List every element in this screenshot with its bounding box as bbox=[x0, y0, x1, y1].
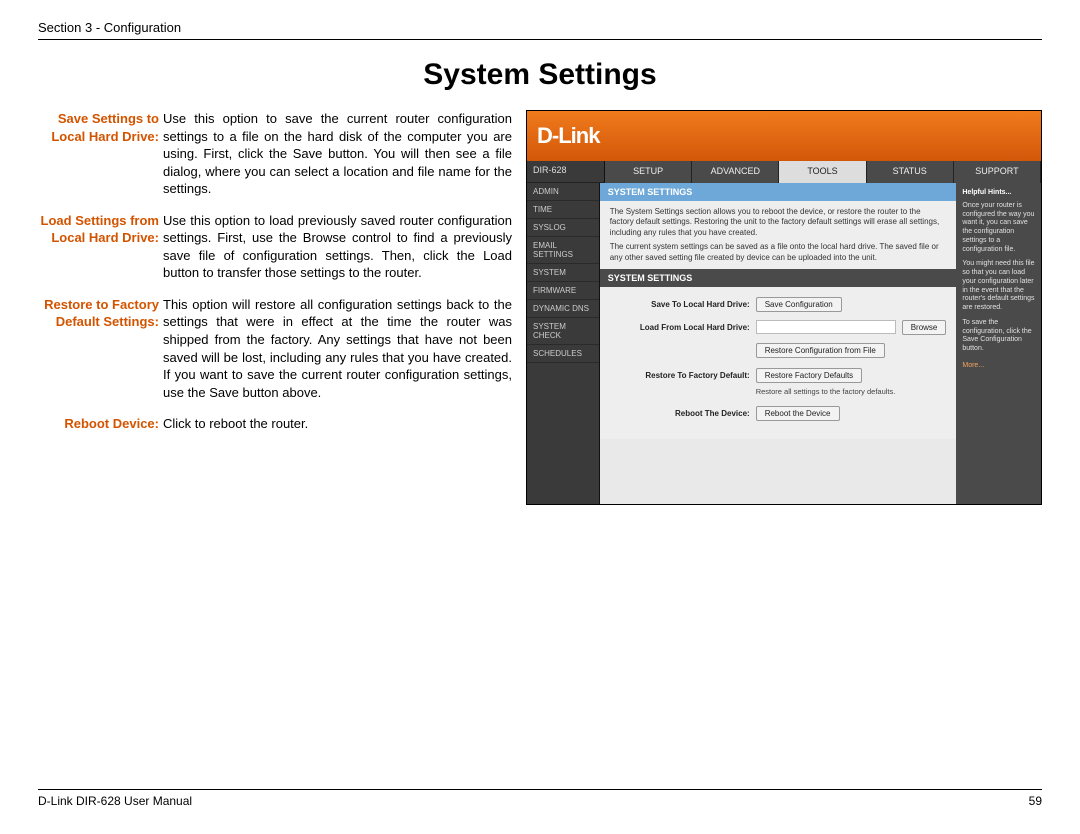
side-time[interactable]: TIME bbox=[527, 201, 599, 219]
side-syscheck[interactable]: SYSTEM CHECK bbox=[527, 318, 599, 345]
panel-intro: The System Settings section allows you t… bbox=[600, 201, 957, 269]
side-ddns[interactable]: DYNAMIC DNS bbox=[527, 300, 599, 318]
side-schedules[interactable]: SCHEDULES bbox=[527, 345, 599, 363]
def-text: Click to reboot the router. bbox=[163, 415, 512, 433]
def-text: Use this option to load previously saved… bbox=[163, 212, 512, 282]
router-side-nav: ADMIN TIME SYSLOG EMAIL SETTINGS SYSTEM … bbox=[527, 183, 600, 505]
intro-text-2: The current system settings can be saved… bbox=[610, 242, 947, 263]
def-label: Reboot Device: bbox=[38, 415, 163, 433]
hints-more-link[interactable]: More... bbox=[962, 362, 1035, 371]
tab-status[interactable]: STATUS bbox=[867, 161, 954, 183]
system-section-head: SYSTEM SETTINGS bbox=[600, 269, 957, 287]
page-footer: D-Link DIR-628 User Manual 59 bbox=[38, 789, 1042, 808]
save-configuration-button[interactable]: Save Configuration bbox=[756, 297, 842, 312]
hints-p2: You might need this file so that you can… bbox=[962, 260, 1035, 313]
definitions-list: Save Settings to Local Hard Drive: Use t… bbox=[38, 110, 512, 505]
def-label: Save Settings to Local Hard Drive: bbox=[38, 110, 163, 198]
def-text: Use this option to save the current rout… bbox=[163, 110, 512, 198]
side-syslog[interactable]: SYSLOG bbox=[527, 219, 599, 237]
system-body: Save To Local Hard Drive: Save Configura… bbox=[600, 287, 957, 439]
reboot-label: Reboot The Device: bbox=[610, 409, 750, 418]
router-center-panel: SYSTEM SETTINGS The System Settings sect… bbox=[600, 183, 957, 505]
router-screenshot: D-Link DIR-628 SETUP ADVANCED TOOLS STAT… bbox=[526, 110, 1042, 505]
tab-support[interactable]: SUPPORT bbox=[954, 161, 1041, 183]
def-text: This option will restore all configurati… bbox=[163, 296, 512, 401]
def-label: Load Settings from Local Hard Drive: bbox=[38, 212, 163, 282]
side-email[interactable]: EMAIL SETTINGS bbox=[527, 237, 599, 264]
hints-p3: To save the configuration, click the Sav… bbox=[962, 319, 1035, 354]
restore-note: Restore all settings to the factory defa… bbox=[610, 387, 947, 396]
tab-setup[interactable]: SETUP bbox=[605, 161, 692, 183]
router-tabs: SETUP ADVANCED TOOLS STATUS SUPPORT bbox=[605, 161, 1041, 183]
tab-advanced[interactable]: ADVANCED bbox=[692, 161, 779, 183]
page-title: System Settings bbox=[38, 58, 1042, 92]
hints-title: Helpful Hints... bbox=[962, 189, 1011, 196]
dlink-logo: D-Link bbox=[537, 123, 599, 149]
hints-p1: Once your router is configured the way y… bbox=[962, 202, 1035, 255]
router-banner: D-Link bbox=[527, 111, 1041, 161]
tab-tools[interactable]: TOOLS bbox=[779, 161, 866, 183]
side-firmware[interactable]: FIRMWARE bbox=[527, 282, 599, 300]
intro-text-1: The System Settings section allows you t… bbox=[610, 207, 947, 238]
reboot-button[interactable]: Reboot the Device bbox=[756, 406, 840, 421]
def-save-settings: Save Settings to Local Hard Drive: Use t… bbox=[38, 110, 512, 198]
restore-from-file-button[interactable]: Restore Configuration from File bbox=[756, 343, 885, 358]
helpful-hints: Helpful Hints... Once your router is con… bbox=[956, 183, 1041, 505]
def-load-settings: Load Settings from Local Hard Drive: Use… bbox=[38, 212, 512, 282]
save-label: Save To Local Hard Drive: bbox=[610, 300, 750, 309]
panel-header: SYSTEM SETTINGS bbox=[600, 183, 957, 201]
restore-label: Restore To Factory Default: bbox=[610, 371, 750, 380]
file-path-input[interactable] bbox=[756, 320, 896, 334]
router-model: DIR-628 bbox=[527, 161, 605, 183]
side-admin[interactable]: ADMIN bbox=[527, 183, 599, 201]
footer-manual: D-Link DIR-628 User Manual bbox=[38, 794, 192, 808]
load-label: Load From Local Hard Drive: bbox=[610, 323, 750, 332]
footer-page: 59 bbox=[1029, 794, 1042, 808]
def-restore-factory: Restore to Factory Default Settings: Thi… bbox=[38, 296, 512, 401]
def-label: Restore to Factory Default Settings: bbox=[38, 296, 163, 401]
restore-factory-button[interactable]: Restore Factory Defaults bbox=[756, 368, 862, 383]
browse-button[interactable]: Browse bbox=[902, 320, 947, 335]
def-reboot: Reboot Device: Click to reboot the route… bbox=[38, 415, 512, 433]
side-system[interactable]: SYSTEM bbox=[527, 264, 599, 282]
section-header: Section 3 - Configuration bbox=[38, 20, 1042, 40]
